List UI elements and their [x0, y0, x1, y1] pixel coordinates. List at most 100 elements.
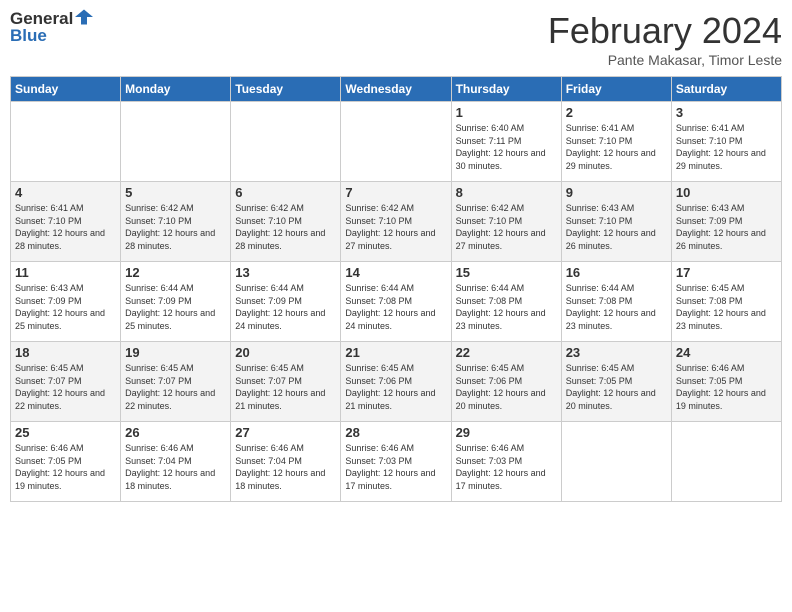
calendar-cell: 4 Sunrise: 6:41 AM Sunset: 7:10 PM Daylig… — [11, 182, 121, 262]
calendar-cell: 20 Sunrise: 6:45 AM Sunset: 7:07 PM Dayli… — [231, 342, 341, 422]
col-header-sunday: Sunday — [11, 77, 121, 102]
day-info: Sunrise: 6:45 AM Sunset: 7:06 PM Dayligh… — [345, 362, 446, 412]
calendar-cell: 27 Sunrise: 6:46 AM Sunset: 7:04 PM Dayli… — [231, 422, 341, 502]
calendar-cell: 19 Sunrise: 6:45 AM Sunset: 7:07 PM Dayli… — [121, 342, 231, 422]
calendar-cell: 13 Sunrise: 6:44 AM Sunset: 7:09 PM Dayli… — [231, 262, 341, 342]
calendar-cell: 21 Sunrise: 6:45 AM Sunset: 7:06 PM Dayli… — [341, 342, 451, 422]
day-number: 15 — [456, 265, 557, 280]
calendar-cell: 23Sunrise: 6:45 AM Sunset: 7:05 PM Dayli… — [561, 342, 671, 422]
day-info: Sunrise: 6:46 AM Sunset: 7:05 PM Dayligh… — [15, 442, 116, 492]
day-number: 16 — [566, 265, 667, 280]
day-number: 5 — [125, 185, 226, 200]
day-number: 17 — [676, 265, 777, 280]
calendar-cell: 26 Sunrise: 6:46 AM Sunset: 7:04 PM Dayli… — [121, 422, 231, 502]
day-info: Sunrise: 6:43 AM Sunset: 7:09 PM Dayligh… — [15, 282, 116, 332]
col-header-saturday: Saturday — [671, 77, 781, 102]
day-info: Sunrise: 6:44 AM Sunset: 7:08 PM Dayligh… — [566, 282, 667, 332]
day-info: Sunrise: 6:44 AM Sunset: 7:08 PM Dayligh… — [456, 282, 557, 332]
calendar-cell — [561, 422, 671, 502]
month-year: February 2024 — [548, 10, 782, 52]
col-header-monday: Monday — [121, 77, 231, 102]
calendar-header-row: SundayMondayTuesdayWednesdayThursdayFrid… — [11, 77, 782, 102]
day-info: Sunrise: 6:45 AM Sunset: 7:08 PM Dayligh… — [676, 282, 777, 332]
day-info: Sunrise: 6:44 AM Sunset: 7:09 PM Dayligh… — [125, 282, 226, 332]
day-info: Sunrise: 6:42 AM Sunset: 7:10 PM Dayligh… — [125, 202, 226, 252]
day-number: 25 — [15, 425, 116, 440]
calendar-cell: 25 Sunrise: 6:46 AM Sunset: 7:05 PM Dayli… — [11, 422, 121, 502]
calendar-cell: 12 Sunrise: 6:44 AM Sunset: 7:09 PM Dayli… — [121, 262, 231, 342]
col-header-thursday: Thursday — [451, 77, 561, 102]
day-info: Sunrise: 6:46 AM Sunset: 7:04 PM Dayligh… — [125, 442, 226, 492]
day-info: Sunrise: 6:42 AM Sunset: 7:10 PM Dayligh… — [345, 202, 446, 252]
day-number: 2 — [566, 105, 667, 120]
day-info: Sunrise: 6:42 AM Sunset: 7:10 PM Dayligh… — [235, 202, 336, 252]
day-number: 27 — [235, 425, 336, 440]
calendar-cell: 28Sunrise: 6:46 AM Sunset: 7:03 PM Dayli… — [341, 422, 451, 502]
day-number: 21 — [345, 345, 446, 360]
day-number: 24 — [676, 345, 777, 360]
day-info: Sunrise: 6:41 AM Sunset: 7:10 PM Dayligh… — [676, 122, 777, 172]
calendar-cell: 29 Sunrise: 6:46 AM Sunset: 7:03 PM Dayli… — [451, 422, 561, 502]
day-number: 8 — [456, 185, 557, 200]
day-info: Sunrise: 6:46 AM Sunset: 7:05 PM Dayligh… — [676, 362, 777, 412]
day-number: 18 — [15, 345, 116, 360]
day-info: Sunrise: 6:46 AM Sunset: 7:04 PM Dayligh… — [235, 442, 336, 492]
day-number: 19 — [125, 345, 226, 360]
day-number: 20 — [235, 345, 336, 360]
day-number: 6 — [235, 185, 336, 200]
day-number: 14 — [345, 265, 446, 280]
day-info: Sunrise: 6:41 AM Sunset: 7:10 PM Dayligh… — [566, 122, 667, 172]
calendar-cell — [11, 102, 121, 182]
day-info: Sunrise: 6:44 AM Sunset: 7:08 PM Dayligh… — [345, 282, 446, 332]
calendar-cell — [121, 102, 231, 182]
day-number: 3 — [676, 105, 777, 120]
calendar-cell: 18Sunrise: 6:45 AM Sunset: 7:07 PM Dayli… — [11, 342, 121, 422]
calendar-cell: 17 Sunrise: 6:45 AM Sunset: 7:08 PM Dayli… — [671, 262, 781, 342]
day-number: 7 — [345, 185, 446, 200]
calendar-cell — [341, 102, 451, 182]
calendar-cell: 9 Sunrise: 6:43 AM Sunset: 7:10 PM Daylig… — [561, 182, 671, 262]
logo-blue: Blue — [10, 27, 93, 46]
day-info: Sunrise: 6:45 AM Sunset: 7:05 PM Dayligh… — [566, 362, 667, 412]
day-info: Sunrise: 6:44 AM Sunset: 7:09 PM Dayligh… — [235, 282, 336, 332]
calendar-cell — [671, 422, 781, 502]
calendar-cell: 22 Sunrise: 6:45 AM Sunset: 7:06 PM Dayli… — [451, 342, 561, 422]
calendar-cell: 5 Sunrise: 6:42 AM Sunset: 7:10 PM Daylig… — [121, 182, 231, 262]
day-number: 28 — [345, 425, 446, 440]
calendar-cell: 2 Sunrise: 6:41 AM Sunset: 7:10 PM Daylig… — [561, 102, 671, 182]
day-number: 1 — [456, 105, 557, 120]
week-row-4: 18 Sunrise: 6:45 AM Sunset: 7:07 PM Dayli… — [11, 342, 782, 422]
calendar-cell: 1 Sunrise: 6:40 AM Sunset: 7:11 PM Daylig… — [451, 102, 561, 182]
calendar-cell: 7 Sunrise: 6:42 AM Sunset: 7:10 PM Daylig… — [341, 182, 451, 262]
day-info: Sunrise: 6:43 AM Sunset: 7:10 PM Dayligh… — [566, 202, 667, 252]
week-row-2: 4 Sunrise: 6:41 AM Sunset: 7:10 PM Daylig… — [11, 182, 782, 262]
day-info: Sunrise: 6:43 AM Sunset: 7:09 PM Dayligh… — [676, 202, 777, 252]
day-number: 12 — [125, 265, 226, 280]
day-number: 26 — [125, 425, 226, 440]
col-header-wednesday: Wednesday — [341, 77, 451, 102]
day-number: 29 — [456, 425, 557, 440]
calendar-cell: 8 Sunrise: 6:42 AM Sunset: 7:10 PM Daylig… — [451, 182, 561, 262]
calendar-cell: 24 Sunrise: 6:46 AM Sunset: 7:05 PM Dayli… — [671, 342, 781, 422]
calendar-cell: 6 Sunrise: 6:42 AM Sunset: 7:10 PM Daylig… — [231, 182, 341, 262]
day-info: Sunrise: 6:42 AM Sunset: 7:10 PM Dayligh… — [456, 202, 557, 252]
col-header-friday: Friday — [561, 77, 671, 102]
logo-arrow-icon — [75, 8, 93, 26]
day-number: 4 — [15, 185, 116, 200]
calendar-cell — [231, 102, 341, 182]
day-info: Sunrise: 6:41 AM Sunset: 7:10 PM Dayligh… — [15, 202, 116, 252]
day-info: Sunrise: 6:45 AM Sunset: 7:06 PM Dayligh… — [456, 362, 557, 412]
day-number: 9 — [566, 185, 667, 200]
day-info: Sunrise: 6:40 AM Sunset: 7:11 PM Dayligh… — [456, 122, 557, 172]
day-number: 22 — [456, 345, 557, 360]
calendar-cell: 16 Sunrise: 6:44 AM Sunset: 7:08 PM Dayli… — [561, 262, 671, 342]
day-info: Sunrise: 6:46 AM Sunset: 7:03 PM Dayligh… — [456, 442, 557, 492]
day-info: Sunrise: 6:45 AM Sunset: 7:07 PM Dayligh… — [125, 362, 226, 412]
week-row-1: 1 Sunrise: 6:40 AM Sunset: 7:11 PM Daylig… — [11, 102, 782, 182]
logo-container: General Blue — [10, 10, 93, 45]
day-info: Sunrise: 6:45 AM Sunset: 7:07 PM Dayligh… — [235, 362, 336, 412]
header-container: General Blue February 2024 Pante Makasar… — [10, 10, 782, 68]
calendar-cell: 10Sunrise: 6:43 AM Sunset: 7:09 PM Dayli… — [671, 182, 781, 262]
calendar-cell: 14 Sunrise: 6:44 AM Sunset: 7:08 PM Dayli… — [341, 262, 451, 342]
day-number: 13 — [235, 265, 336, 280]
